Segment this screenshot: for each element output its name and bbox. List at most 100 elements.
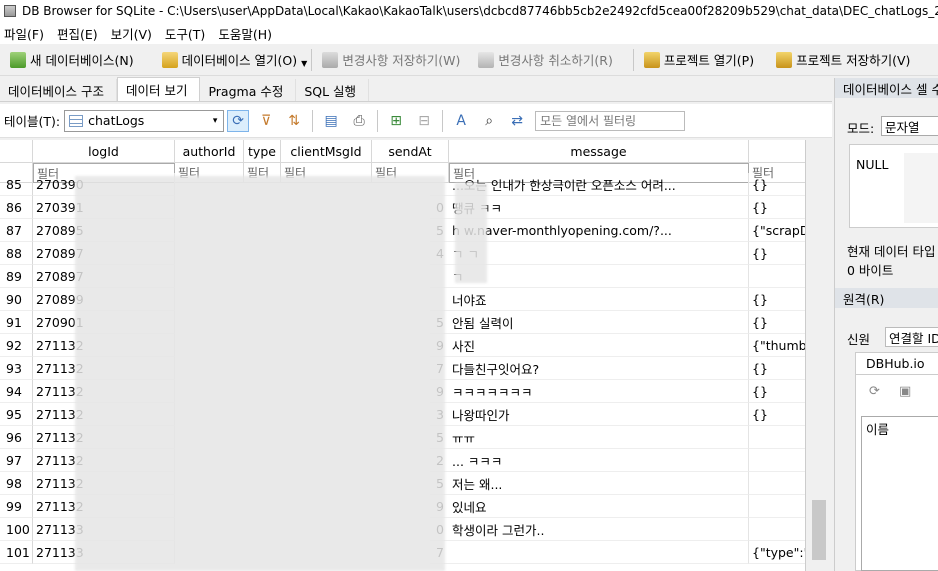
column-header-clientmsgid[interactable]: clientMsgId <box>281 140 372 163</box>
cell-attachment[interactable]: {} <box>749 196 805 219</box>
cell-attachment[interactable]: {"type":"s <box>749 541 805 564</box>
row-number[interactable]: 88 <box>0 242 33 265</box>
cell-attachment[interactable]: {} <box>749 288 805 311</box>
row-number[interactable]: 92 <box>0 334 33 357</box>
cell-message[interactable]: ... ㅋㅋㅋ <box>449 449 749 472</box>
save-table-icon[interactable]: ▤ <box>320 110 342 132</box>
save-project-button[interactable]: 프로젝트 저장하기(V) <box>770 47 916 73</box>
cell-attachment[interactable]: {} <box>749 380 805 403</box>
cell-attachment[interactable]: {"thumbn <box>749 334 805 357</box>
row-number[interactable]: 98 <box>0 472 33 495</box>
row-number[interactable]: 89 <box>0 265 33 288</box>
tab-execute-sql[interactable]: SQL 실행 <box>296 79 370 101</box>
refresh-icon[interactable]: ⟳ <box>227 109 250 132</box>
cell-attachment[interactable] <box>749 472 805 495</box>
row-number[interactable]: 99 <box>0 495 33 518</box>
clone-database-icon[interactable]: ▣ <box>899 384 915 400</box>
cell-attachment[interactable]: {} <box>749 242 805 265</box>
menu-view[interactable]: 보기(V) <box>107 24 161 43</box>
cell-attachment[interactable] <box>749 495 805 518</box>
identity-select[interactable]: 연결할 ID <box>885 327 938 347</box>
row-number[interactable]: 101 <box>0 541 33 564</box>
revert-changes-label: 변경사항 취소하기(R) <box>498 53 613 68</box>
column-header-type[interactable]: type <box>244 140 281 163</box>
row-number[interactable]: 95 <box>0 403 33 426</box>
remote-title: 원격(R) <box>835 288 938 308</box>
cell-message[interactable]: 안됨 실력이 <box>449 311 749 334</box>
cell-message[interactable]: 다들친구잇어요? <box>449 357 749 380</box>
edit-cell-title: 데이터베이스 셀 수 <box>835 78 938 98</box>
insert-record-icon[interactable]: ⊞ <box>385 110 407 132</box>
column-header-logid[interactable]: logId <box>33 140 175 163</box>
cell-message[interactable]: ㄱ ㄱ <box>449 242 749 265</box>
tab-edit-pragmas[interactable]: Pragma 수정 <box>200 79 297 101</box>
refresh-icon[interactable]: ⟳ <box>869 384 885 400</box>
row-number[interactable]: 100 <box>0 518 33 541</box>
column-header-sendat[interactable]: sendAt <box>372 140 449 163</box>
cell-attachment[interactable] <box>749 518 805 541</box>
cell-attachment[interactable]: {} <box>749 403 805 426</box>
row-number[interactable]: 93 <box>0 357 33 380</box>
cell-attachment[interactable]: {"scrapD <box>749 219 805 242</box>
tab-browse-data[interactable]: 데이터 보기 <box>116 77 201 101</box>
row-number[interactable]: 91 <box>0 311 33 334</box>
cell-message[interactable]: 사진 <box>449 334 749 357</box>
column-header-message[interactable]: message <box>449 140 749 163</box>
menu-help[interactable]: 도움말(H) <box>214 24 281 43</box>
cell-editor[interactable]: NULL <box>849 144 938 228</box>
delete-record-icon[interactable]: ⊟ <box>413 110 435 132</box>
tab-dbhub[interactable]: DBHub.io <box>855 352 938 374</box>
clear-sort-icon[interactable]: ⇅ <box>283 110 305 132</box>
main-tabs: 데이터베이스 구조 데이터 보기 Pragma 수정 SQL 실행 <box>0 77 832 102</box>
find-icon[interactable]: ⌕ <box>478 110 500 132</box>
filter-all-columns-input[interactable]: 모든 열에서 필터링 <box>535 110 686 131</box>
row-number[interactable]: 96 <box>0 426 33 449</box>
cell-message[interactable]: 저는 왜... <box>449 472 749 495</box>
cell-attachment[interactable] <box>749 265 805 288</box>
cell-attachment[interactable] <box>749 449 805 472</box>
column-header-attachment[interactable] <box>749 140 805 163</box>
remote-names-list[interactable]: 이름 <box>861 416 938 571</box>
menu-file[interactable]: 파일(F) <box>0 24 53 43</box>
cell-message[interactable]: 있네요 <box>449 495 749 518</box>
open-project-button[interactable]: 프로젝트 열기(P) <box>638 47 760 73</box>
mode-select[interactable]: 문자열 <box>881 116 938 136</box>
cell-message[interactable]: 학생이라 그런가.. <box>449 518 749 541</box>
cell-message[interactable]: h w.naver-monthlyopening.com/?... <box>449 219 749 242</box>
row-number[interactable]: 85 <box>0 173 33 196</box>
cell-message[interactable]: ㄱ <box>449 265 749 288</box>
corner-header[interactable] <box>0 140 33 163</box>
open-database-dropdown-icon[interactable]: ▼ <box>301 59 307 68</box>
menu-tools[interactable]: 도구(T) <box>161 24 214 43</box>
row-number[interactable]: 94 <box>0 380 33 403</box>
column-header-authorid[interactable]: authorId <box>175 140 244 163</box>
new-database-button[interactable]: 새 데이터베이스(N) <box>4 47 140 73</box>
menu-edit[interactable]: 편집(E) <box>53 24 107 43</box>
revert-changes-button[interactable]: 변경사항 취소하기(R) <box>472 47 618 73</box>
row-number[interactable]: 86 <box>0 196 33 219</box>
scrollbar-thumb[interactable] <box>812 500 826 560</box>
font-icon[interactable]: A <box>450 110 472 132</box>
tab-database-structure[interactable]: 데이터베이스 구조 <box>0 79 117 101</box>
cell-message[interactable]: ㅠㅠ <box>449 426 749 449</box>
row-number[interactable]: 90 <box>0 288 33 311</box>
cell-message[interactable]: 땡큐 ㅋㅋ <box>449 196 749 219</box>
cell-attachment[interactable] <box>749 426 805 449</box>
clear-filters-icon[interactable]: ⊽ <box>255 110 277 132</box>
cell-attachment[interactable]: {} <box>749 173 805 196</box>
row-number[interactable]: 87 <box>0 219 33 242</box>
open-database-button[interactable]: 데이터베이스 열기(O) <box>156 47 304 73</box>
write-changes-button[interactable]: 변경사항 저장하기(W) <box>316 47 466 73</box>
find-replace-icon[interactable]: ⇄ <box>506 110 528 132</box>
cell-message[interactable]: 너야죠 <box>449 288 749 311</box>
row-number[interactable]: 97 <box>0 449 33 472</box>
table-select[interactable]: chatLogs ▾ <box>64 109 225 132</box>
cell-message[interactable]: ...오는 인내가 한상극이란 오픈소스 어려... <box>449 173 749 196</box>
cell-attachment[interactable]: {} <box>749 357 805 380</box>
cell-attachment[interactable]: {} <box>749 311 805 334</box>
cell-message[interactable] <box>449 541 749 564</box>
print-icon[interactable]: ⎙ <box>348 110 370 132</box>
cell-message[interactable]: ㅋㅋㅋㅋㅋㅋㅋ <box>449 380 749 403</box>
cell-message[interactable]: 나왕따인가 <box>449 403 749 426</box>
grid-vertical-scrollbar[interactable] <box>806 140 832 571</box>
